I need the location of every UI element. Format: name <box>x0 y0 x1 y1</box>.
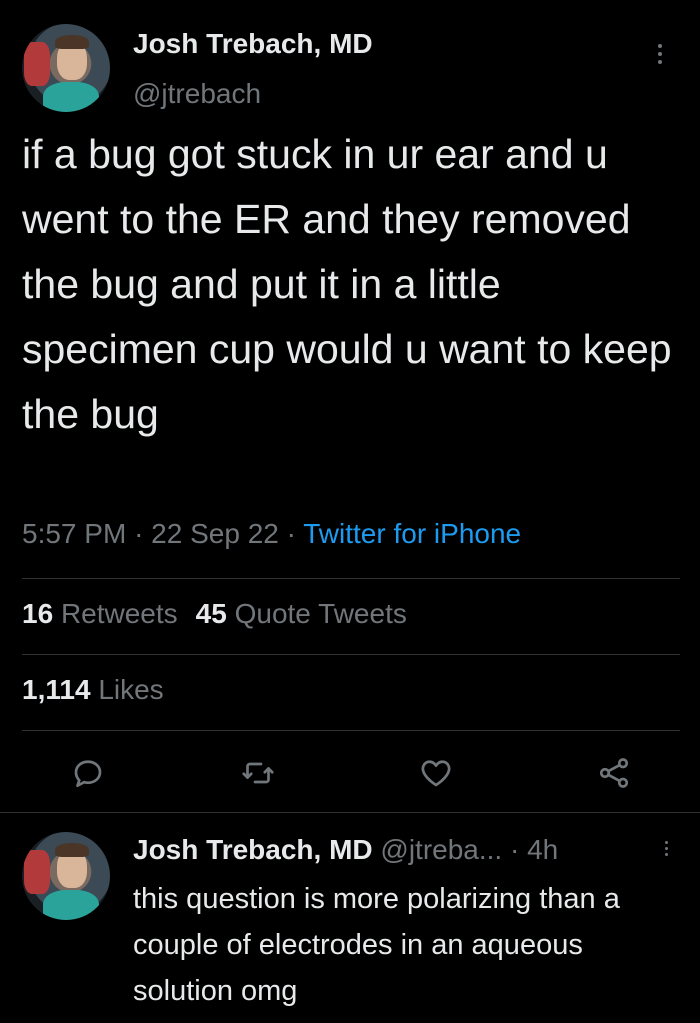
share-button[interactable] <box>596 755 632 791</box>
author-handle[interactable]: @jtrebach <box>133 78 261 110</box>
avatar-shirt <box>43 890 100 920</box>
quotes-count: 45 <box>195 598 227 629</box>
quotes-stat[interactable]: 45 Quote Tweets <box>196 598 407 629</box>
likes-label: Likes <box>98 674 164 705</box>
avatar-shirt <box>43 82 100 112</box>
meta-separator: · <box>134 518 144 549</box>
divider <box>22 654 680 655</box>
reply-author-avatar[interactable] <box>22 832 110 920</box>
avatar-background <box>23 849 51 894</box>
retweet-button[interactable] <box>240 755 276 791</box>
engagement-stats: 16 Retweets 45 Quote Tweets <box>22 598 407 630</box>
reply-more-options-icon[interactable] <box>660 838 672 868</box>
tweet-source-link[interactable]: Twitter for iPhone <box>303 518 521 549</box>
retweets-stat[interactable]: 16 Retweets <box>22 598 178 629</box>
retweet-icon <box>242 762 274 784</box>
avatar-hair <box>55 34 89 49</box>
reply-button[interactable] <box>70 755 106 791</box>
more-options-icon[interactable] <box>650 40 670 70</box>
divider <box>22 578 680 579</box>
retweets-count: 16 <box>22 598 54 629</box>
tweet-time: 5:57 PM <box>22 518 127 549</box>
share-icon <box>599 758 629 788</box>
reply-icon <box>74 760 102 788</box>
reply-text: this question is more polarizing than a … <box>133 883 620 1007</box>
avatar-hair <box>55 842 89 857</box>
likes-count: 1,114 <box>22 674 91 705</box>
reply-separator: · <box>510 834 520 865</box>
meta-separator: · <box>286 518 296 549</box>
reply-author-name[interactable]: Josh Trebach, MD <box>133 834 373 865</box>
reply-time[interactable]: 4h <box>527 834 558 865</box>
reply-author-handle[interactable]: @jtreba... <box>380 834 502 865</box>
author-name[interactable]: Josh Trebach, MD <box>133 28 373 60</box>
like-button[interactable] <box>418 755 454 791</box>
heart-icon <box>421 760 451 787</box>
author-avatar[interactable] <box>22 24 110 112</box>
avatar-background <box>23 41 51 86</box>
tweet-text: if a bug got stuck in ur ear and u went … <box>22 131 672 437</box>
likes-stat[interactable]: 1,114 Likes <box>22 674 164 706</box>
retweets-label: Retweets <box>60 598 178 629</box>
quotes-label: Quote Tweets <box>234 598 407 629</box>
tweet-metadata: 5:57 PM · 22 Sep 22 · Twitter for iPhone <box>22 518 521 550</box>
divider <box>22 730 680 731</box>
reply-header: Josh Trebach, MD @jtreba... · 4h <box>133 834 558 866</box>
tweet-date: 22 Sep 22 <box>151 518 279 549</box>
divider <box>0 812 700 813</box>
